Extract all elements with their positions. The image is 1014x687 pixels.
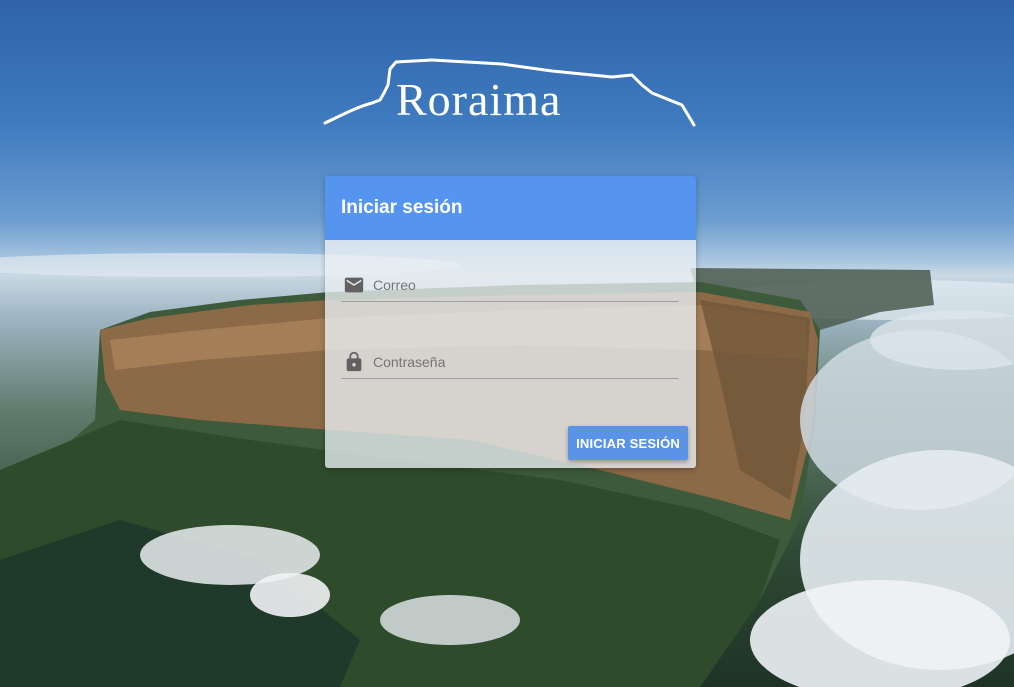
email-field bbox=[341, 266, 679, 302]
login-form: INICIAR SESIÓN bbox=[325, 240, 696, 468]
roraima-logo: Roraima bbox=[322, 55, 698, 131]
login-card-header: Iniciar sesión bbox=[325, 176, 696, 240]
login-title: Iniciar sesión bbox=[341, 197, 463, 218]
mail-icon bbox=[344, 277, 364, 293]
email-input[interactable] bbox=[371, 272, 675, 298]
password-input[interactable] bbox=[371, 349, 675, 375]
login-card: Iniciar sesión INICIAR SESIÓN bbox=[325, 176, 696, 468]
password-field bbox=[341, 343, 679, 379]
logo-text: Roraima bbox=[396, 74, 562, 125]
lock-icon bbox=[346, 351, 362, 372]
login-submit-button[interactable]: INICIAR SESIÓN bbox=[568, 426, 688, 460]
